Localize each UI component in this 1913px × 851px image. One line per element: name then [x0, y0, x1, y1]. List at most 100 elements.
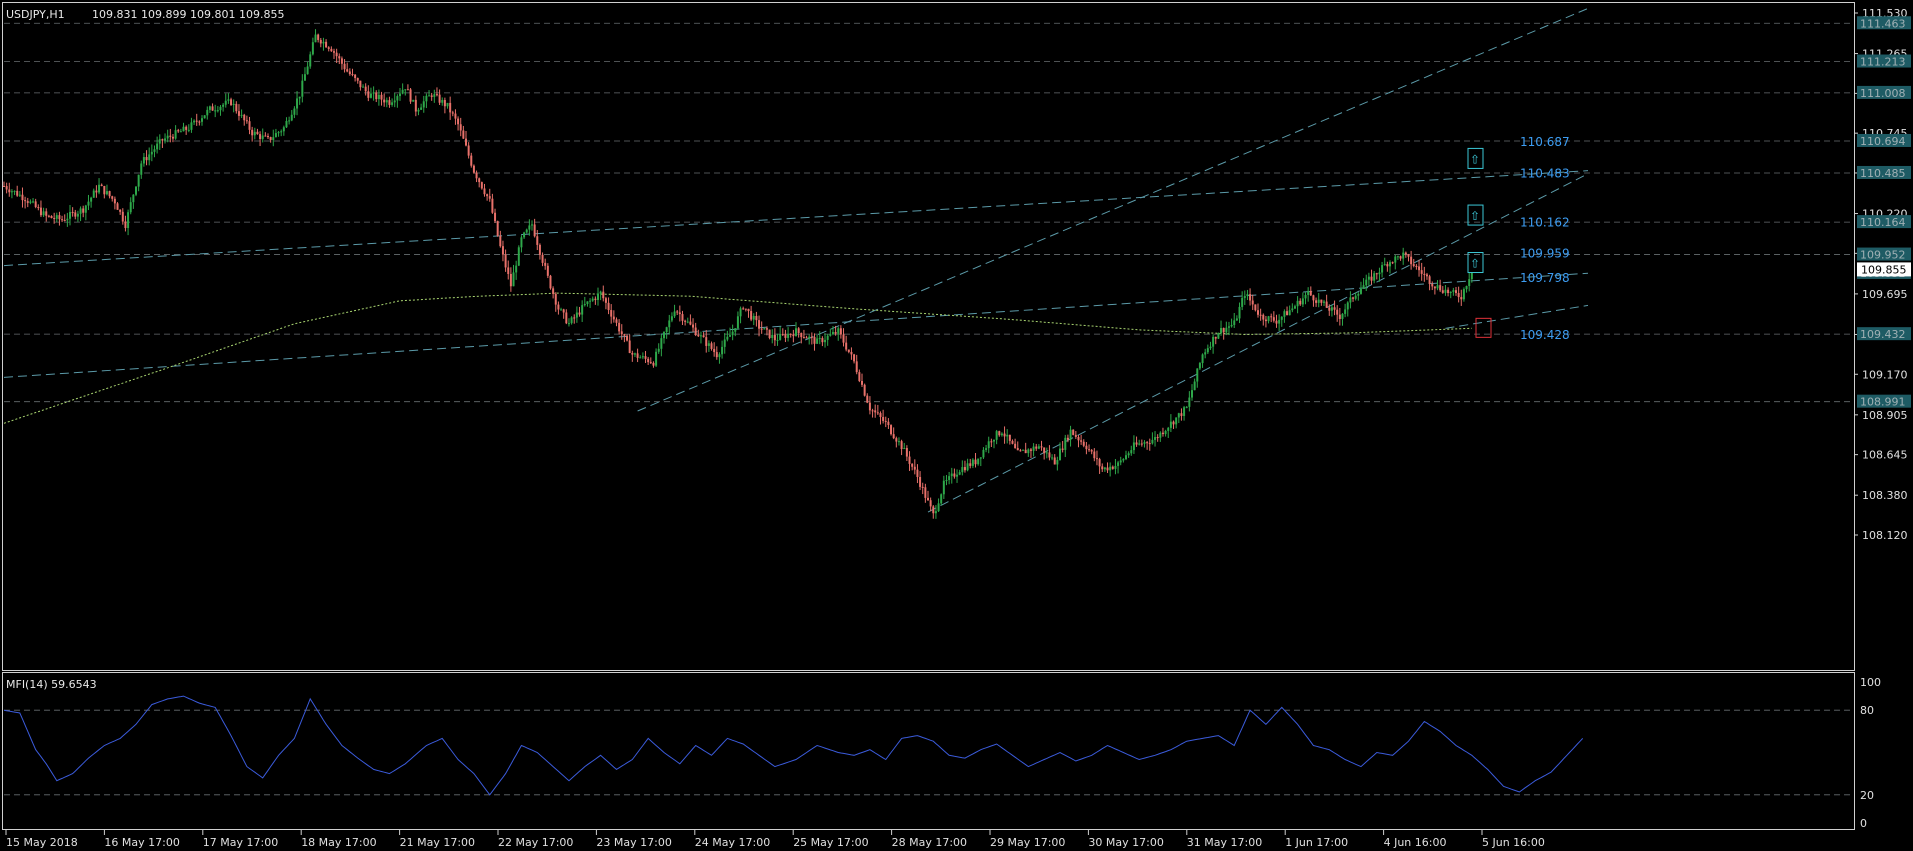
price-level-label: 111.008 — [1860, 87, 1906, 100]
candle-body — [1367, 276, 1370, 280]
time-tick-label: 15 May 2018 — [6, 836, 78, 849]
chart-canvas[interactable]: 110.687 110.483 110.162 109.959 109.798 109.4… — [0, 0, 1913, 851]
candle-body — [1349, 297, 1352, 303]
candle-body — [1338, 314, 1341, 319]
candle-body — [177, 130, 180, 132]
candle-body — [1169, 421, 1172, 428]
candle-body — [288, 120, 291, 122]
candle-body — [53, 217, 56, 219]
candle-body — [420, 107, 423, 110]
candle-body — [414, 99, 417, 112]
candle-body — [583, 304, 586, 306]
candle-body — [905, 448, 908, 457]
candle-body — [1264, 319, 1267, 322]
time-tick-label: 4 Jun 16:00 — [1384, 836, 1447, 849]
candle-body — [903, 448, 906, 450]
candle-body — [805, 337, 808, 339]
candle-body — [1462, 289, 1465, 300]
candle-body — [525, 229, 528, 233]
candle-body — [193, 120, 196, 123]
candle-body — [290, 114, 293, 121]
candle-body — [620, 331, 623, 335]
candle-body — [1011, 440, 1014, 444]
candle-body — [69, 212, 71, 219]
candle-body — [1143, 442, 1146, 444]
candle-body — [98, 184, 101, 193]
price-level-label: 109.952 — [1860, 249, 1906, 262]
candle-body — [549, 275, 552, 289]
candle-body — [348, 71, 351, 75]
candle-body — [55, 215, 58, 219]
candle-body — [1465, 286, 1468, 290]
candle-body — [472, 165, 475, 173]
candle-body — [884, 420, 887, 422]
candle-body — [470, 155, 473, 166]
candle-body — [1016, 447, 1019, 451]
candle-body — [190, 122, 193, 130]
candle-body — [1043, 447, 1046, 454]
candle-body — [736, 316, 739, 329]
candle-body — [892, 434, 895, 439]
candle-body — [956, 474, 959, 477]
time-tick-label: 30 May 17:00 — [1088, 836, 1163, 849]
candle-body — [108, 191, 111, 197]
candle-body — [850, 351, 853, 355]
candle-body — [261, 135, 264, 139]
candle-body — [1272, 317, 1275, 321]
candle-body — [195, 120, 198, 122]
candle-body — [222, 104, 225, 107]
candle-body — [21, 194, 24, 201]
candle-body — [282, 127, 285, 132]
candle-body — [404, 89, 407, 91]
candle-body — [919, 476, 922, 487]
candle-body — [1394, 256, 1397, 263]
trendlines[interactable] — [3, 7, 1589, 513]
candle-body — [1373, 273, 1376, 281]
candle-body — [660, 338, 663, 349]
candle-body — [1336, 309, 1339, 315]
candle-body — [536, 236, 539, 245]
candlesticks — [3, 29, 1473, 519]
candle-body — [499, 235, 502, 247]
candle-body — [618, 322, 621, 332]
candle-body — [319, 39, 322, 44]
candle-body — [1288, 310, 1291, 316]
candle-body — [1433, 286, 1436, 289]
candle-body — [1359, 288, 1362, 294]
candle-body — [897, 441, 900, 443]
candle-body — [689, 321, 692, 325]
candle-body — [235, 103, 238, 112]
candle-body — [16, 190, 19, 196]
candle-body — [303, 74, 306, 81]
mfi-axis-label: 0 — [1860, 817, 1867, 830]
candle-body — [847, 349, 850, 352]
candle-body — [346, 69, 349, 72]
candle-body — [647, 358, 650, 363]
candle-body — [483, 188, 486, 195]
mfi-axis-label: 100 — [1860, 676, 1881, 689]
ohlc-readout: 109.831 109.899 109.801 109.855 — [92, 8, 284, 21]
price-level-label: 108.991 — [1860, 396, 1906, 409]
price-tick-label: 108.380 — [1862, 489, 1908, 502]
time-tick-label: 1 Jun 17:00 — [1285, 836, 1348, 849]
candle-body — [1241, 297, 1244, 307]
candle-body — [1022, 449, 1025, 451]
trendline — [3, 170, 1589, 267]
candle-body — [1140, 443, 1143, 445]
candle-body — [1135, 442, 1138, 445]
candle-body — [1029, 449, 1032, 451]
candle-body — [301, 80, 304, 97]
time-tick-label: 5 Jun 16:00 — [1482, 836, 1545, 849]
candle-body — [1183, 407, 1186, 416]
price-tick-label: 109.695 — [1862, 288, 1908, 301]
candle-body — [1330, 307, 1333, 311]
candle-body — [1344, 309, 1347, 314]
candle-body — [697, 335, 700, 337]
candle-body — [494, 212, 497, 222]
candle-body — [119, 209, 122, 212]
candle-body — [808, 336, 811, 339]
candle-body — [92, 190, 95, 198]
candle-body — [211, 106, 214, 111]
candle-body — [734, 328, 737, 332]
candle-body — [185, 126, 188, 130]
